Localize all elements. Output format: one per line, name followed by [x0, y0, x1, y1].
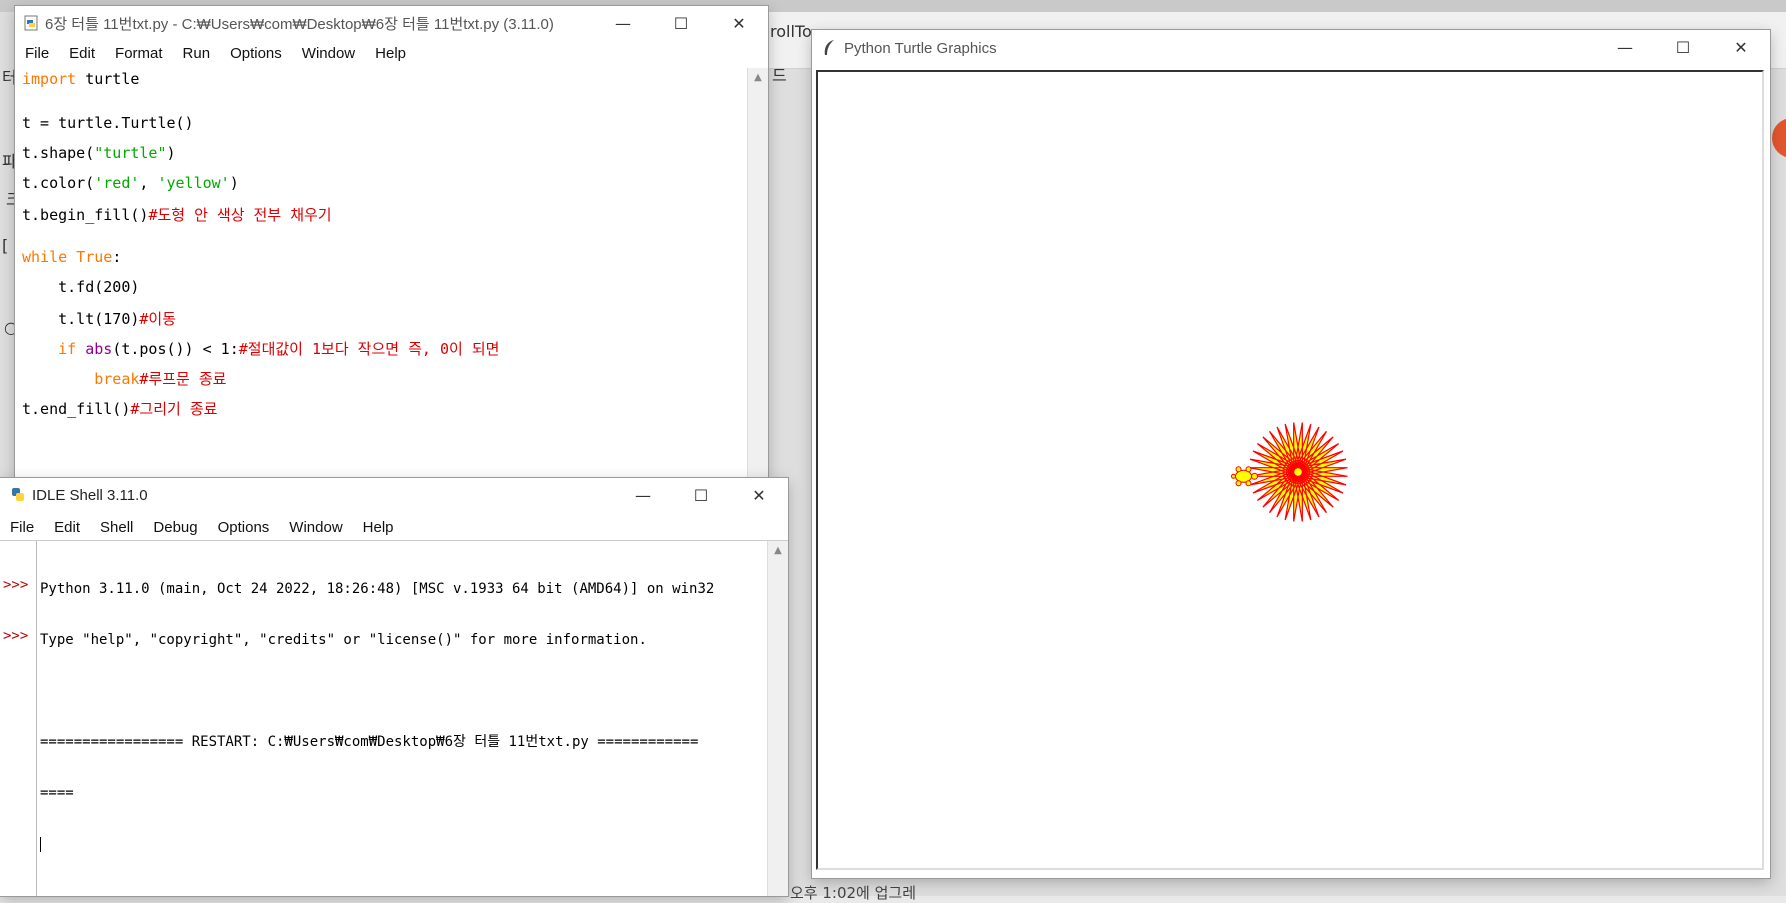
- turtle-window: Python Turtle Graphics — ☐ ✕: [812, 30, 1770, 878]
- code-line: while True:: [22, 248, 122, 266]
- scroll-up-icon[interactable]: ▲: [748, 68, 768, 83]
- code-line: t.color('red', 'yellow'): [22, 174, 239, 192]
- text-cursor: [40, 836, 41, 852]
- menu-edit[interactable]: Edit: [44, 519, 90, 536]
- maximize-button[interactable]: ☐: [672, 478, 730, 512]
- browser-tab-fragment[interactable]: rollTo: [770, 22, 812, 41]
- editor-menubar: File Edit Format Run Options Window Help: [15, 42, 768, 64]
- shell-scrollbar[interactable]: ▲: [767, 541, 788, 896]
- shell-line: ====: [40, 785, 74, 801]
- code-line: t.lt(170)#이동: [22, 310, 177, 328]
- shell-menubar: File Edit Shell Debug Options Window Hel…: [0, 516, 788, 538]
- turtle-drawing: [1231, 422, 1348, 522]
- editor-window: 6장 터틀 11번txt.py - C:₩Users₩com₩Desktop₩6…: [15, 6, 768, 480]
- menu-help[interactable]: Help: [365, 45, 416, 62]
- minimize-button[interactable]: —: [1596, 30, 1654, 64]
- menu-edit[interactable]: Edit: [59, 45, 105, 62]
- turtle-titlebar[interactable]: Python Turtle Graphics — ☐ ✕: [812, 30, 1770, 66]
- turtle-title: Python Turtle Graphics: [844, 39, 997, 57]
- close-button[interactable]: ✕: [710, 6, 768, 40]
- code-line: t.end_fill()#그리기 종료: [22, 400, 218, 418]
- editor-title: 6장 터틀 11번txt.py - C:₩Users₩com₩Desktop₩6…: [45, 15, 554, 33]
- menu-options[interactable]: Options: [208, 519, 280, 536]
- shell-line: ================= RESTART: C:₩Users₩com₩…: [40, 734, 699, 750]
- shell-title: IDLE Shell 3.11.0: [32, 486, 148, 504]
- code-line: t.shape("turtle"): [22, 144, 176, 162]
- menu-debug[interactable]: Debug: [143, 519, 207, 536]
- shell-output-area[interactable]: >>> >>> Python 3.11.0 (main, Oct 24 2022…: [0, 540, 788, 896]
- bg-fragment-right: 드: [772, 66, 787, 85]
- shell-line: Type "help", "copyright", "credits" or "…: [40, 632, 647, 648]
- turtle-canvas[interactable]: [816, 70, 1764, 870]
- python-file-icon: [23, 15, 39, 31]
- menu-run[interactable]: Run: [173, 45, 221, 62]
- menu-options[interactable]: Options: [220, 45, 292, 62]
- maximize-button[interactable]: ☐: [1654, 30, 1712, 64]
- minimize-button[interactable]: —: [594, 6, 652, 40]
- menu-file[interactable]: File: [0, 519, 44, 536]
- close-button[interactable]: ✕: [1712, 30, 1770, 64]
- shell-line: Python 3.11.0 (main, Oct 24 2022, 18:26:…: [40, 581, 715, 597]
- menu-help[interactable]: Help: [353, 519, 404, 536]
- shell-input-line[interactable]: [40, 836, 766, 853]
- star-shape: [1248, 422, 1348, 522]
- feather-icon: [822, 39, 836, 57]
- editor-titlebar[interactable]: 6장 터틀 11번txt.py - C:₩Users₩com₩Desktop₩6…: [15, 6, 768, 40]
- scroll-up-icon[interactable]: ▲: [768, 541, 788, 556]
- prompt-marker: >>>: [3, 628, 29, 644]
- prompt-marker: >>>: [3, 577, 29, 593]
- shell-text: Python 3.11.0 (main, Oct 24 2022, 18:26:…: [40, 547, 766, 887]
- code-line: import turtle: [22, 70, 140, 88]
- code-line: break#루프문 종료: [94, 370, 227, 388]
- code-line: t.fd(200): [22, 278, 140, 296]
- menu-format[interactable]: Format: [105, 45, 173, 62]
- code-line: if abs(t.pos()) < 1:#절대값이 1보다 작으면 즉, 0이 …: [58, 340, 500, 358]
- menu-window[interactable]: Window: [279, 519, 352, 536]
- python-icon: [10, 487, 26, 503]
- prompt-gutter: >>> >>>: [0, 541, 37, 896]
- close-button[interactable]: ✕: [730, 478, 788, 512]
- menu-file[interactable]: File: [15, 45, 59, 62]
- shell-window: IDLE Shell 3.11.0 — ☐ ✕ File Edit Shell …: [0, 478, 788, 896]
- code-line: t = turtle.Turtle(): [22, 114, 194, 132]
- shell-titlebar[interactable]: IDLE Shell 3.11.0 — ☐ ✕: [0, 478, 788, 512]
- code-line: t.begin_fill()#도형 안 색상 전부 채우기: [22, 206, 332, 224]
- browser-footer-text: 오후 1:02에 업그레: [790, 884, 917, 902]
- menu-shell[interactable]: Shell: [90, 519, 143, 536]
- minimize-button[interactable]: —: [614, 478, 672, 512]
- editor-scrollbar[interactable]: ▲: [747, 68, 768, 480]
- maximize-button[interactable]: ☐: [652, 6, 710, 40]
- code-editor[interactable]: import turtle t = turtle.Turtle() t.shape(…: [20, 68, 746, 480]
- menu-window[interactable]: Window: [292, 45, 365, 62]
- bg-fragment-4: [: [2, 236, 9, 255]
